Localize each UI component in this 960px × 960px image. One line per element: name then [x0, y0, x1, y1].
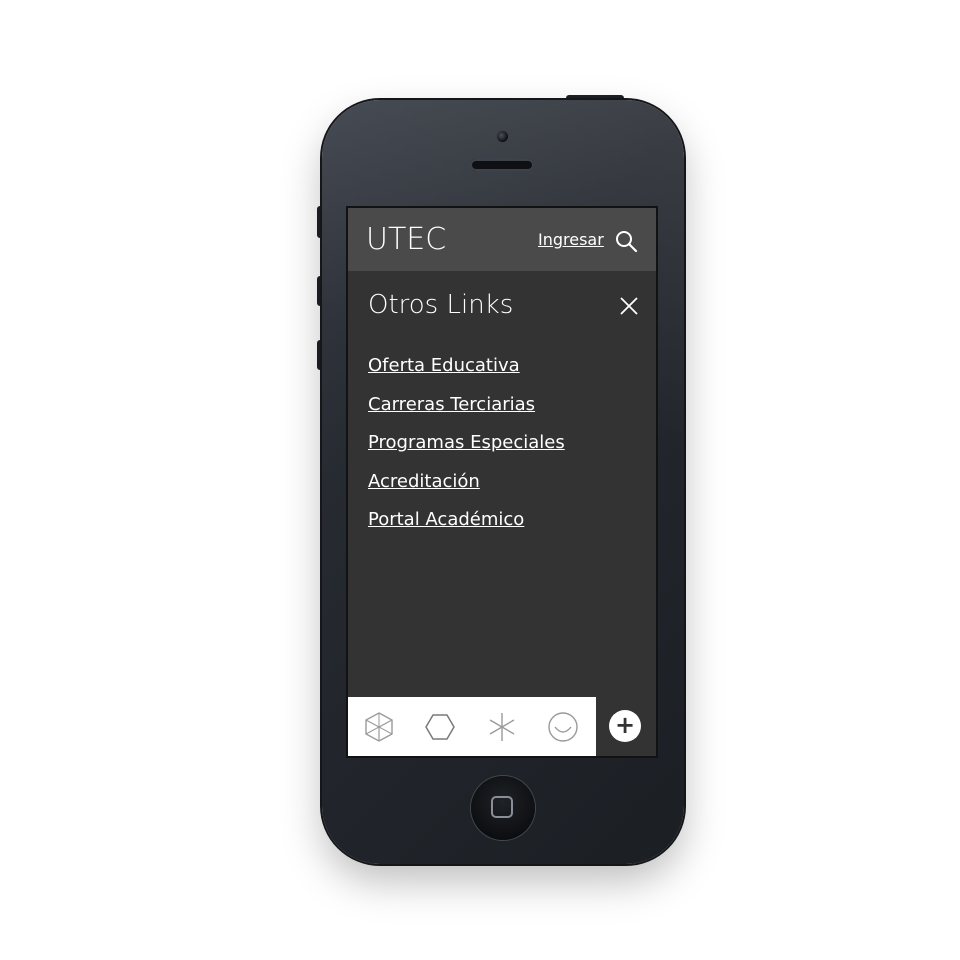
smiley-icon[interactable]	[547, 711, 579, 743]
earpiece-speaker	[470, 159, 534, 171]
site-header: UTEC Ingresar	[348, 208, 656, 271]
list-item: Acreditación	[368, 470, 565, 509]
link-programas-especiales[interactable]: Programas Especiales	[368, 432, 565, 453]
home-square-icon	[491, 796, 513, 818]
link-acreditacion[interactable]: Acreditación	[368, 471, 480, 492]
home-button	[471, 776, 535, 840]
search-icon[interactable]	[614, 229, 638, 253]
link-oferta-educativa[interactable]: Oferta Educativa	[368, 355, 520, 376]
login-link[interactable]: Ingresar	[538, 230, 604, 250]
other-links-list: Oferta Educativa Carreras Terciarias Pro…	[368, 354, 565, 547]
bottom-icon-bar	[348, 697, 596, 756]
cube-icon[interactable]	[363, 711, 395, 743]
link-carreras-terciarias[interactable]: Carreras Terciarias	[368, 394, 535, 415]
hexagon-icon[interactable]	[424, 711, 456, 743]
list-item: Portal Académico	[368, 508, 565, 547]
list-item: Programas Especiales	[368, 431, 565, 470]
stage: UTEC Ingresar Otros Links Oferta Educati…	[0, 0, 960, 960]
utec-logo[interactable]: UTEC	[366, 222, 446, 258]
front-camera	[497, 131, 508, 142]
plus-icon: +	[614, 711, 636, 739]
menu-title: Otros Links	[368, 290, 514, 320]
add-button[interactable]: +	[609, 710, 641, 742]
phone-screen: UTEC Ingresar Otros Links Oferta Educati…	[346, 206, 658, 758]
close-icon[interactable]	[618, 295, 640, 317]
asterisk-icon[interactable]	[486, 711, 518, 743]
link-portal-academico[interactable]: Portal Académico	[368, 509, 524, 530]
list-item: Carreras Terciarias	[368, 393, 565, 432]
list-item: Oferta Educativa	[368, 354, 565, 393]
